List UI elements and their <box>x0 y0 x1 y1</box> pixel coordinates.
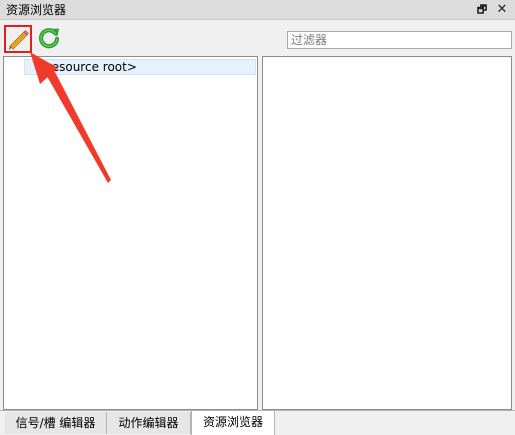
dock-title: 资源浏览器 <box>6 3 67 17</box>
bottom-tab-bar: 信号/槽 编辑器 动作编辑器 资源浏览器 <box>0 410 515 435</box>
reload-resources-button[interactable] <box>36 25 64 53</box>
resource-view[interactable] <box>262 56 512 410</box>
close-icon[interactable]: ✕ <box>494 2 510 18</box>
tab-signal-slot-editor[interactable]: 信号/槽 编辑器 <box>5 412 107 434</box>
resource-browser-panel: 资源浏览器 🗗 ✕ <resource root> <box>0 0 515 435</box>
tab-action-editor[interactable]: 动作编辑器 <box>107 412 191 434</box>
edit-resources-button[interactable] <box>4 25 32 53</box>
filter-input[interactable] <box>287 31 512 49</box>
tree-item-resource-root[interactable]: <resource root> <box>24 59 256 75</box>
resource-tree[interactable]: <resource root> <box>3 56 258 410</box>
refresh-icon <box>38 28 60 49</box>
pencil-icon <box>9 30 29 50</box>
tree-item-label: <resource root> <box>37 60 137 74</box>
tab-resource-browser[interactable]: 资源浏览器 <box>191 411 275 435</box>
float-window-icon[interactable]: 🗗 <box>474 2 490 18</box>
dock-titlebar: 资源浏览器 🗗 ✕ <box>0 0 515 20</box>
